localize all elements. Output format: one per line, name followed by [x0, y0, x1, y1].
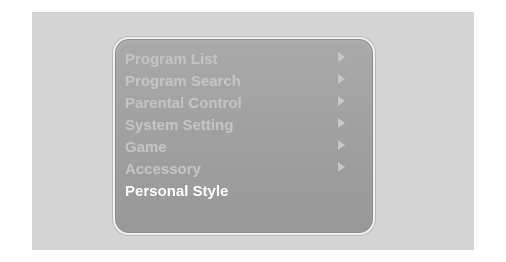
- menu-item-label: Accessory: [125, 161, 201, 178]
- menu-item-parental-control[interactable]: Parental Control: [125, 93, 361, 115]
- chevron-right-icon: [338, 162, 345, 172]
- menu-item-label: System Setting: [125, 117, 234, 134]
- chevron-right-icon: [338, 118, 345, 128]
- chevron-right-icon: [338, 96, 345, 106]
- chevron-right-icon: [338, 52, 345, 62]
- menu-item-program-list[interactable]: Program List: [125, 49, 361, 71]
- chevron-right-icon: [338, 74, 345, 84]
- menu-item-personal-style[interactable]: Personal Style: [125, 181, 361, 203]
- menu-item-label: Program Search: [125, 73, 241, 90]
- menu-item-accessory[interactable]: Accessory: [125, 159, 361, 181]
- menu-item-label: Personal Style: [125, 183, 229, 200]
- chevron-right-icon: [338, 140, 345, 150]
- main-menu-list: Program List Program Search Parental Con…: [125, 49, 361, 203]
- menu-item-system-setting[interactable]: System Setting: [125, 115, 361, 137]
- menu-item-label: Game: [125, 139, 167, 156]
- menu-item-label: Program List: [125, 51, 218, 68]
- menu-item-label: Parental Control: [125, 95, 242, 112]
- menu-item-game[interactable]: Game: [125, 137, 361, 159]
- main-menu-panel: Program List Program Search Parental Con…: [113, 37, 375, 235]
- menu-item-program-search[interactable]: Program Search: [125, 71, 361, 93]
